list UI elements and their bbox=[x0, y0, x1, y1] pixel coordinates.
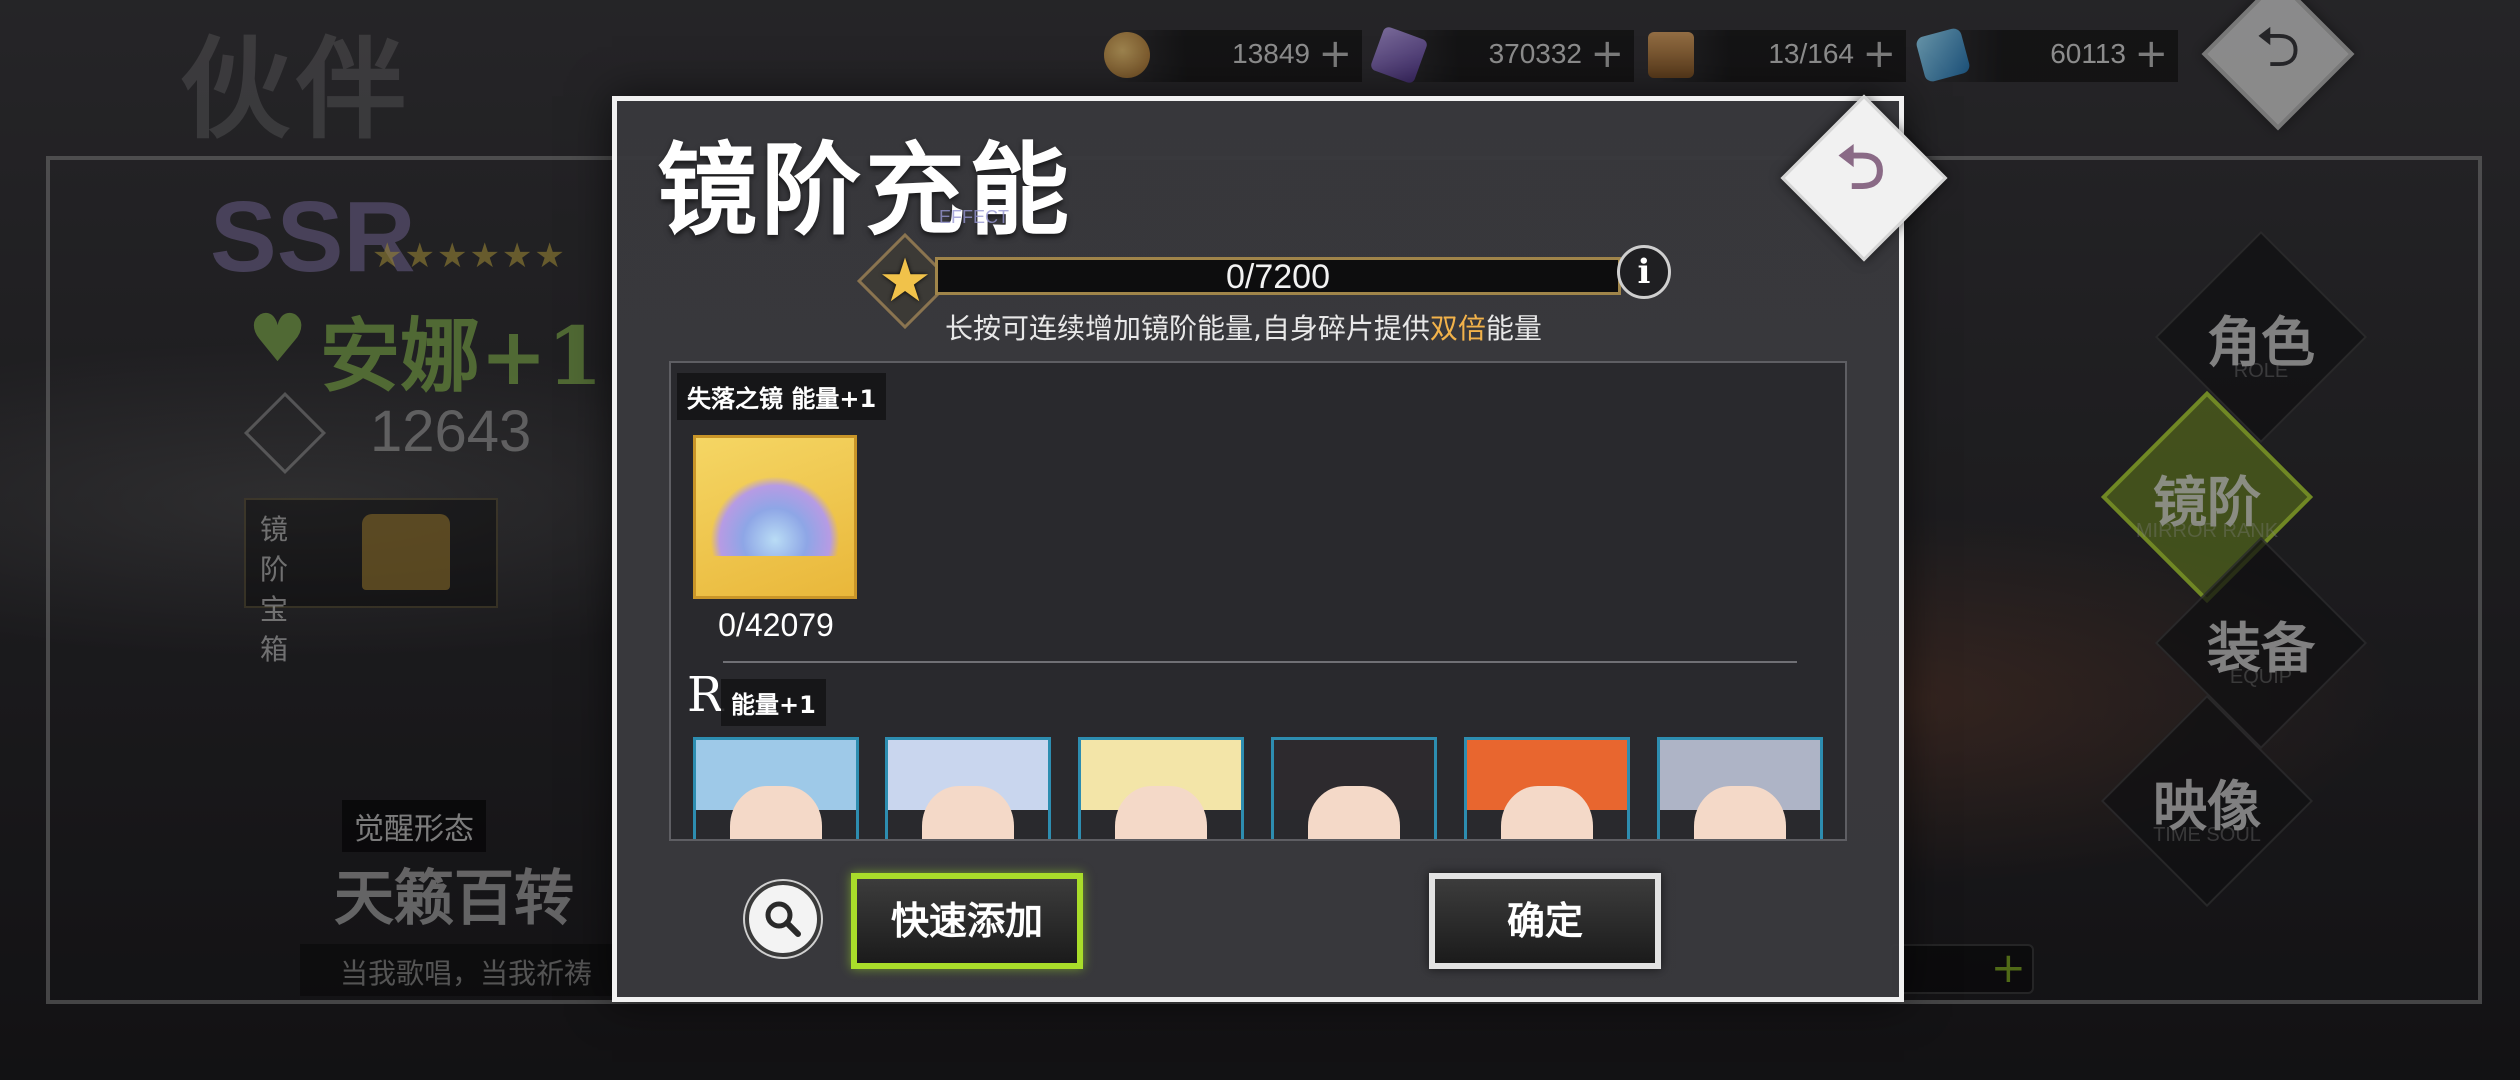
mirror-section-label: 失落之镜 能量+1 bbox=[677, 373, 887, 420]
portrait-face bbox=[730, 786, 822, 839]
return-arrow-icon: ⮌ bbox=[1836, 133, 1886, 203]
character-portrait[interactable] bbox=[693, 737, 859, 839]
portrait-face bbox=[922, 786, 1014, 839]
character-portrait[interactable] bbox=[1464, 737, 1630, 839]
info-button[interactable]: i bbox=[1617, 245, 1671, 299]
confirm-button[interactable]: 确定 bbox=[1429, 873, 1661, 969]
portrait-face bbox=[1308, 786, 1400, 839]
close-button[interactable]: ⮌ bbox=[1780, 94, 1948, 262]
section-divider bbox=[723, 661, 1797, 663]
energy-progress-text: 0/7200 bbox=[1226, 258, 1330, 296]
energy-progress-bar: 0/7200 bbox=[935, 257, 1621, 296]
portrait-face bbox=[1501, 786, 1593, 839]
portrait-face bbox=[1694, 786, 1786, 839]
dialog-title: 镜阶充能 bbox=[657, 131, 1073, 249]
search-icon bbox=[765, 901, 801, 937]
charge-hint: 长按可连续增加镜阶能量,自身碎片提供双倍能量 bbox=[945, 307, 1542, 347]
character-portrait[interactable] bbox=[1657, 737, 1823, 839]
rarity-r-icon: R bbox=[687, 667, 724, 723]
character-portrait[interactable] bbox=[1078, 737, 1244, 839]
dialog-title-sub: EFFECT bbox=[939, 207, 1009, 227]
r-section-label: 能量+1 bbox=[721, 679, 826, 726]
quick-add-button[interactable]: 快速添加 bbox=[851, 873, 1083, 969]
hint-highlight: 双倍 bbox=[1429, 312, 1486, 345]
star-icon: ★ bbox=[878, 246, 932, 316]
hint-prefix: 长按可连续增加镜阶能量,自身碎片提供 bbox=[945, 312, 1430, 345]
character-portrait[interactable] bbox=[1271, 737, 1437, 839]
mirror-energy-icon: ★ bbox=[856, 232, 954, 330]
portrait-face bbox=[1115, 786, 1207, 839]
hint-suffix: 能量 bbox=[1485, 312, 1542, 345]
search-button[interactable] bbox=[745, 881, 821, 957]
character-portrait[interactable] bbox=[885, 737, 1051, 839]
lost-mirror-item[interactable] bbox=[693, 435, 857, 599]
mirror-charge-dialog: 镜阶充能 EFFECT ⮌ ★ 0/7200 i 长按可连续增加镜阶能量,自身碎… bbox=[612, 94, 1948, 1002]
mirror-item-count: 0/42079 bbox=[718, 607, 834, 643]
material-list[interactable]: 失落之镜 能量+1 0/42079 R 能量+1 bbox=[669, 361, 1847, 841]
mirror-shard-pile-icon bbox=[710, 476, 840, 556]
